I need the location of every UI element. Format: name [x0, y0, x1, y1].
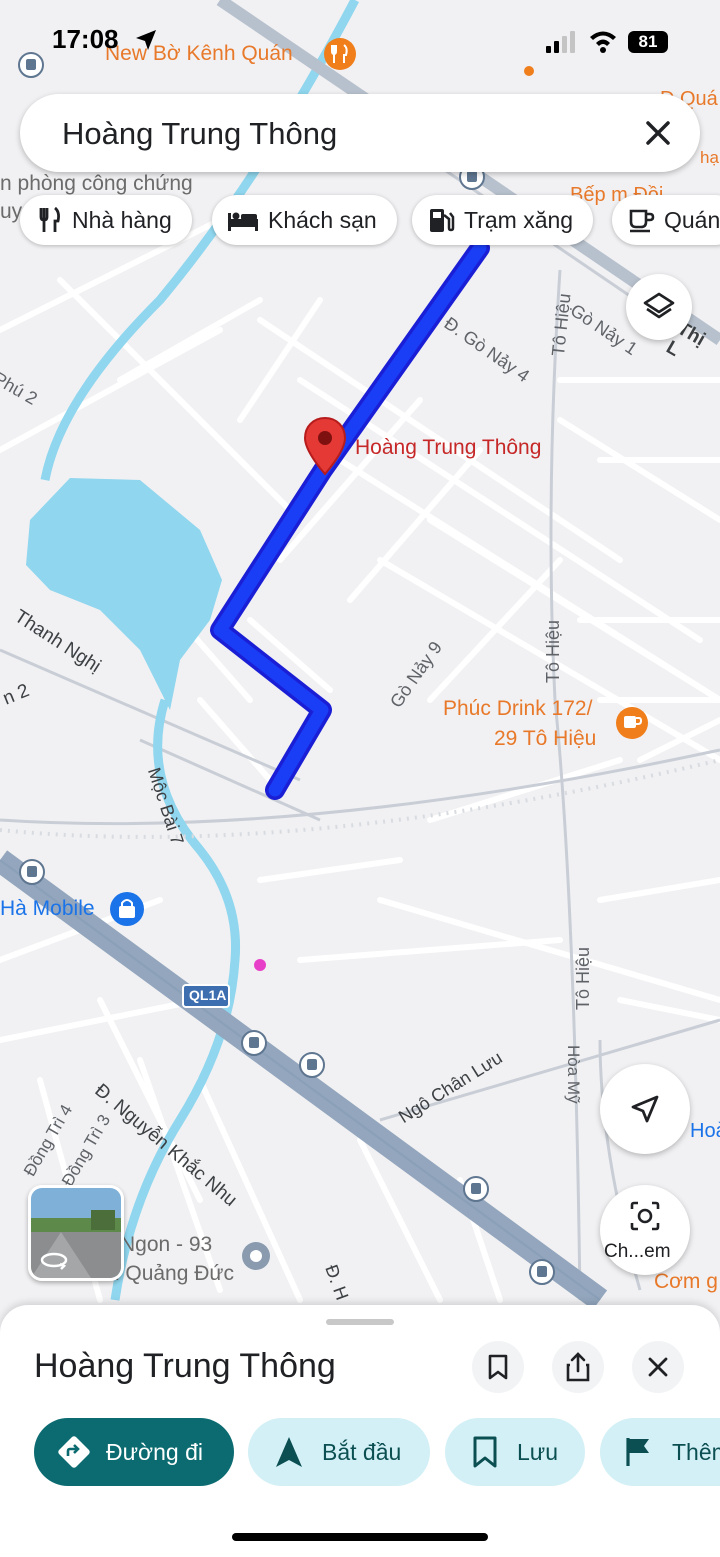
chip-label: Khách sạn: [268, 206, 377, 233]
bed-icon: [228, 212, 258, 231]
coffee-cup-icon: [629, 209, 655, 233]
flag-icon: [626, 1438, 649, 1466]
chip-restaurants[interactable]: Nhà hàng: [20, 195, 192, 245]
save-label: Lưu: [517, 1438, 558, 1465]
shopping-bag-poi-icon[interactable]: [108, 890, 146, 928]
close-sheet-button[interactable]: [632, 1341, 684, 1393]
place-poi-icon[interactable]: [240, 1240, 272, 1272]
share-button[interactable]: [552, 1341, 604, 1393]
close-icon[interactable]: [636, 111, 680, 155]
navigation-arrow-icon: [631, 1095, 659, 1123]
layers-button[interactable]: [626, 274, 692, 340]
fork-knife-icon: [39, 206, 60, 232]
directions-icon: [58, 1436, 90, 1468]
bookmark-icon: [473, 1436, 497, 1468]
camera-search-button[interactable]: Ch...em: [600, 1185, 690, 1275]
add-button[interactable]: Thêm: [600, 1418, 720, 1486]
cafe-poi-icon[interactable]: [614, 705, 650, 741]
chip-gas-stations[interactable]: Trạm xăng: [412, 195, 594, 245]
location-arrow-icon: [136, 30, 156, 50]
start-label: Bắt đầu: [322, 1438, 402, 1465]
bookmark-icon: [488, 1354, 508, 1380]
search-query-text[interactable]: Hoàng Trung Thông: [62, 116, 337, 152]
chip-label: Nhà hàng: [72, 206, 172, 233]
bus-stop-icon[interactable]: [463, 1176, 489, 1202]
save-button[interactable]: Lưu: [445, 1418, 585, 1486]
home-indicator: [232, 1533, 488, 1541]
status-bar: 17:08 81: [0, 0, 720, 80]
bus-stop-icon[interactable]: [529, 1259, 555, 1285]
layers-icon: [643, 292, 675, 319]
cellular-signal-icon: [546, 31, 575, 53]
bus-stop-icon[interactable]: [299, 1052, 325, 1078]
place-title: Hoàng Trung Thông: [34, 1347, 336, 1385]
location-pin-icon[interactable]: [302, 416, 348, 478]
directions-button[interactable]: Đường đi: [34, 1418, 234, 1486]
chip-label: Quán: [664, 206, 720, 233]
drag-handle[interactable]: [326, 1319, 394, 1325]
search-bar[interactable]: Hoàng Trung Thông: [20, 94, 700, 172]
chip-label: Trạm xăng: [464, 206, 574, 233]
camera-lens-icon: [630, 1201, 660, 1231]
bus-stop-icon[interactable]: [241, 1030, 267, 1056]
save-icon-button[interactable]: [472, 1341, 524, 1393]
add-label: Thêm: [672, 1438, 720, 1465]
wifi-icon: [590, 31, 616, 53]
camera-button-label: Ch...em: [604, 1241, 671, 1262]
share-icon: [566, 1352, 590, 1382]
start-button[interactable]: Bắt đầu: [248, 1418, 430, 1486]
rotate-360-icon: [40, 1252, 68, 1270]
gas-pump-icon: [430, 209, 455, 232]
my-location-button[interactable]: [600, 1064, 690, 1154]
directions-label: Đường đi: [106, 1438, 203, 1465]
chip-hotels[interactable]: Khách sạn: [212, 195, 397, 245]
street-view-thumbnail[interactable]: [28, 1185, 124, 1281]
place-bottom-sheet[interactable]: Hoàng Trung Thông Đường đi Bắt đầu Lưu T…: [0, 1305, 720, 1557]
chip-cafes[interactable]: Quán: [612, 195, 720, 245]
navigation-arrow-icon: [276, 1437, 302, 1467]
bus-stop-icon[interactable]: [19, 859, 45, 885]
battery-indicator: 81: [628, 31, 668, 53]
close-icon: [648, 1357, 668, 1377]
status-time: 17:08: [52, 24, 119, 54]
